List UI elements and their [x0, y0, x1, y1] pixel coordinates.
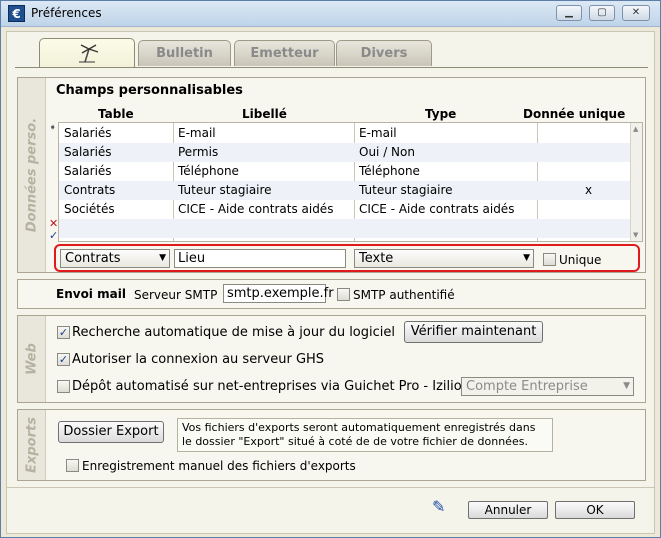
app-logo-icon: €: [8, 5, 25, 22]
type-select[interactable]: Texte ▼: [354, 249, 534, 268]
cancel-button[interactable]: Annuler: [468, 501, 548, 519]
minimize-button[interactable]: ▁: [556, 5, 582, 21]
table-row[interactable]: Contrats Tuteur stagiaire Tuteur stagiai…: [59, 181, 642, 200]
ghs-connection-checkbox[interactable]: ✓: [57, 353, 70, 366]
preferences-window: € Préférences ▁ ▢ ✕ Bulletin Emetteur Di…: [0, 0, 661, 538]
auto-update-label: Recherche automatique de mise à jour du …: [72, 325, 395, 340]
smtp-label: Serveur SMTP: [134, 288, 218, 302]
unique-label: Unique: [559, 253, 602, 267]
tab-bulletin[interactable]: Bulletin: [138, 40, 231, 66]
tab-general[interactable]: [39, 38, 135, 68]
envoi-mail-title: Envoi mail: [56, 287, 126, 301]
libelle-input[interactable]: Lieu: [174, 249, 346, 268]
tab-divider: [15, 67, 648, 68]
pencil-icon[interactable]: ✎: [432, 497, 445, 516]
smtp-auth-checkbox[interactable]: [337, 288, 350, 301]
table-row[interactable]: Sociétés CICE - Aide contrats aidés CICE…: [59, 200, 642, 219]
table-row[interactable]: Salariés Permis Oui / Non: [59, 143, 642, 162]
tab-emetteur[interactable]: Emetteur: [234, 40, 335, 66]
smtp-auth-label: SMTP authentifié: [353, 288, 455, 302]
grid-scrollbar[interactable]: ▲ ▼: [630, 123, 642, 241]
smtp-server-input[interactable]: smtp.exemple.fr: [223, 284, 334, 303]
account-select[interactable]: Compte Entreprise ▼: [461, 377, 634, 396]
window-title: Préférences: [31, 6, 102, 20]
unique-checkbox[interactable]: [543, 253, 556, 266]
column-header-libelle: Libellé: [242, 107, 287, 121]
validate-row-icon[interactable]: ✓: [49, 229, 58, 242]
depot-checkbox[interactable]: [57, 380, 70, 393]
title-bar: € Préférences ▁ ▢ ✕: [1, 1, 660, 27]
depot-label: Dépôt automatisé sur net-entreprises via…: [72, 379, 462, 394]
chevron-down-icon: ▼: [523, 253, 530, 263]
custom-fields-title: Champs personnalisables: [56, 83, 243, 98]
ok-button[interactable]: OK: [555, 501, 635, 519]
footer-divider: [7, 487, 654, 488]
verify-now-button[interactable]: Vérifier maintenant: [404, 321, 543, 343]
table-select[interactable]: Contrats ▼: [60, 249, 170, 268]
chevron-down-icon: ▼: [623, 381, 630, 391]
palm-tree-icon: [79, 44, 99, 63]
custom-fields-grid: Salariés E-mail E-mail Salariés Permis O…: [58, 122, 643, 242]
column-header-donnee-unique: Donnée unique: [523, 107, 626, 121]
tab-divers[interactable]: Divers: [336, 40, 432, 66]
scroll-up-icon[interactable]: ▲: [633, 125, 638, 133]
content-area: Bulletin Emetteur Divers Données perso. …: [6, 31, 655, 534]
web-side-label: Web: [18, 316, 46, 402]
export-info-box: Vos fichiers d'exports seront automatiqu…: [177, 418, 553, 452]
donnees-perso-side-label: Données perso.: [18, 78, 46, 272]
manual-export-checkbox[interactable]: [66, 459, 79, 472]
column-header-table: Table: [98, 107, 134, 121]
close-button[interactable]: ✕: [622, 5, 650, 21]
maximize-button[interactable]: ▢: [589, 5, 615, 21]
scroll-down-icon[interactable]: ▼: [633, 231, 638, 239]
export-folder-button[interactable]: Dossier Export: [58, 421, 164, 443]
table-row-empty[interactable]: [59, 219, 642, 238]
manual-export-label: Enregistrement manuel des fichiers d'exp…: [82, 459, 356, 473]
exports-side-label: Exports: [18, 410, 46, 480]
auto-update-checkbox[interactable]: ✓: [57, 326, 70, 339]
column-header-type: Type: [425, 107, 457, 121]
chevron-down-icon: ▼: [159, 253, 166, 263]
ghs-connection-label: Autoriser la connexion au serveur GHS: [72, 352, 325, 367]
table-row[interactable]: Salariés Téléphone Téléphone: [59, 162, 642, 181]
current-row-marker-icon: ➧: [49, 123, 57, 133]
table-row[interactable]: Salariés E-mail E-mail: [59, 124, 642, 143]
